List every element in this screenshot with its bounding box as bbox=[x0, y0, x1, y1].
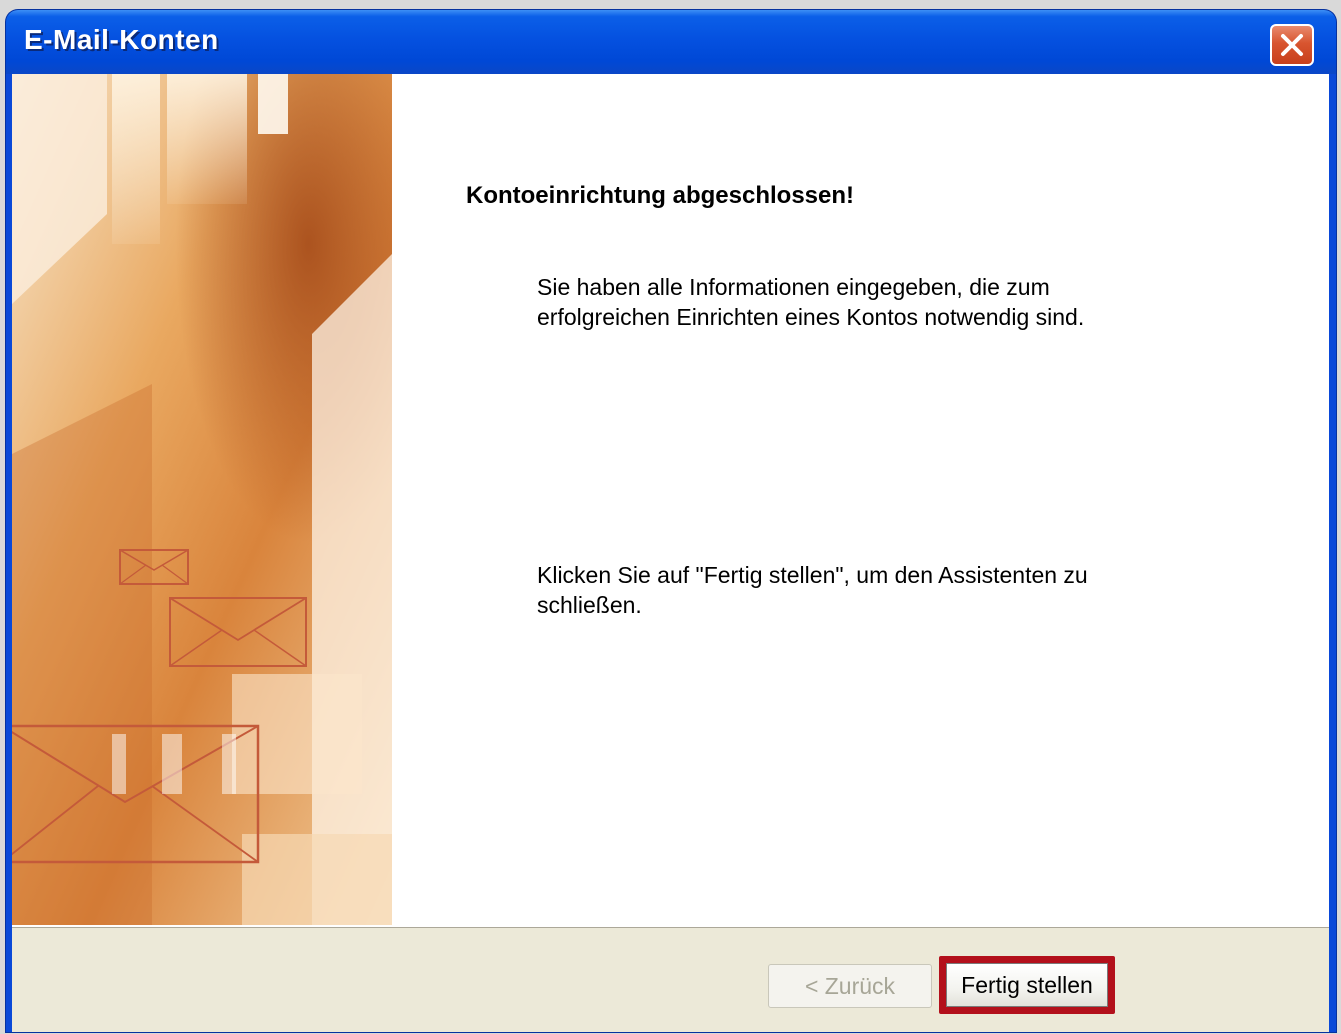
instruction-line-1: Klicken Sie auf "Fertig stellen", um den… bbox=[537, 562, 1088, 588]
page-title: Kontoeinrichtung abgeschlossen! bbox=[466, 182, 855, 209]
title-bar[interactable]: E-Mail-Konten bbox=[6, 10, 1336, 74]
instruction-paragraph: Klicken Sie auf "Fertig stellen", um den… bbox=[537, 560, 1217, 620]
envelope-banner-graphic bbox=[12, 74, 392, 925]
wizard-content: Kontoeinrichtung abgeschlossen! Sie habe… bbox=[392, 74, 1329, 925]
wizard-side-banner bbox=[12, 74, 392, 925]
info-line-2: erfolgreichen Einrichten eines Kontos no… bbox=[537, 304, 1085, 330]
instruction-line-2: schließen. bbox=[537, 592, 642, 618]
back-button[interactable]: < Zurück bbox=[768, 964, 932, 1008]
info-line-1: Sie haben alle Informationen eingegeben,… bbox=[537, 274, 1050, 300]
finish-button[interactable]: Fertig stellen bbox=[939, 956, 1115, 1014]
finish-button-label: Fertig stellen bbox=[946, 963, 1108, 1007]
window-title: E-Mail-Konten bbox=[24, 24, 219, 55]
dialog-client-area: Kontoeinrichtung abgeschlossen! Sie habe… bbox=[12, 74, 1329, 1032]
close-button[interactable] bbox=[1270, 24, 1314, 66]
info-paragraph: Sie haben alle Informationen eingegeben,… bbox=[537, 272, 1217, 332]
wizard-window: E-Mail-Konten Kontoeinrichtung abgeschlo… bbox=[6, 10, 1336, 1032]
button-bar: < Zurück Fertig stellen bbox=[12, 925, 1329, 1032]
close-icon bbox=[1281, 34, 1303, 56]
